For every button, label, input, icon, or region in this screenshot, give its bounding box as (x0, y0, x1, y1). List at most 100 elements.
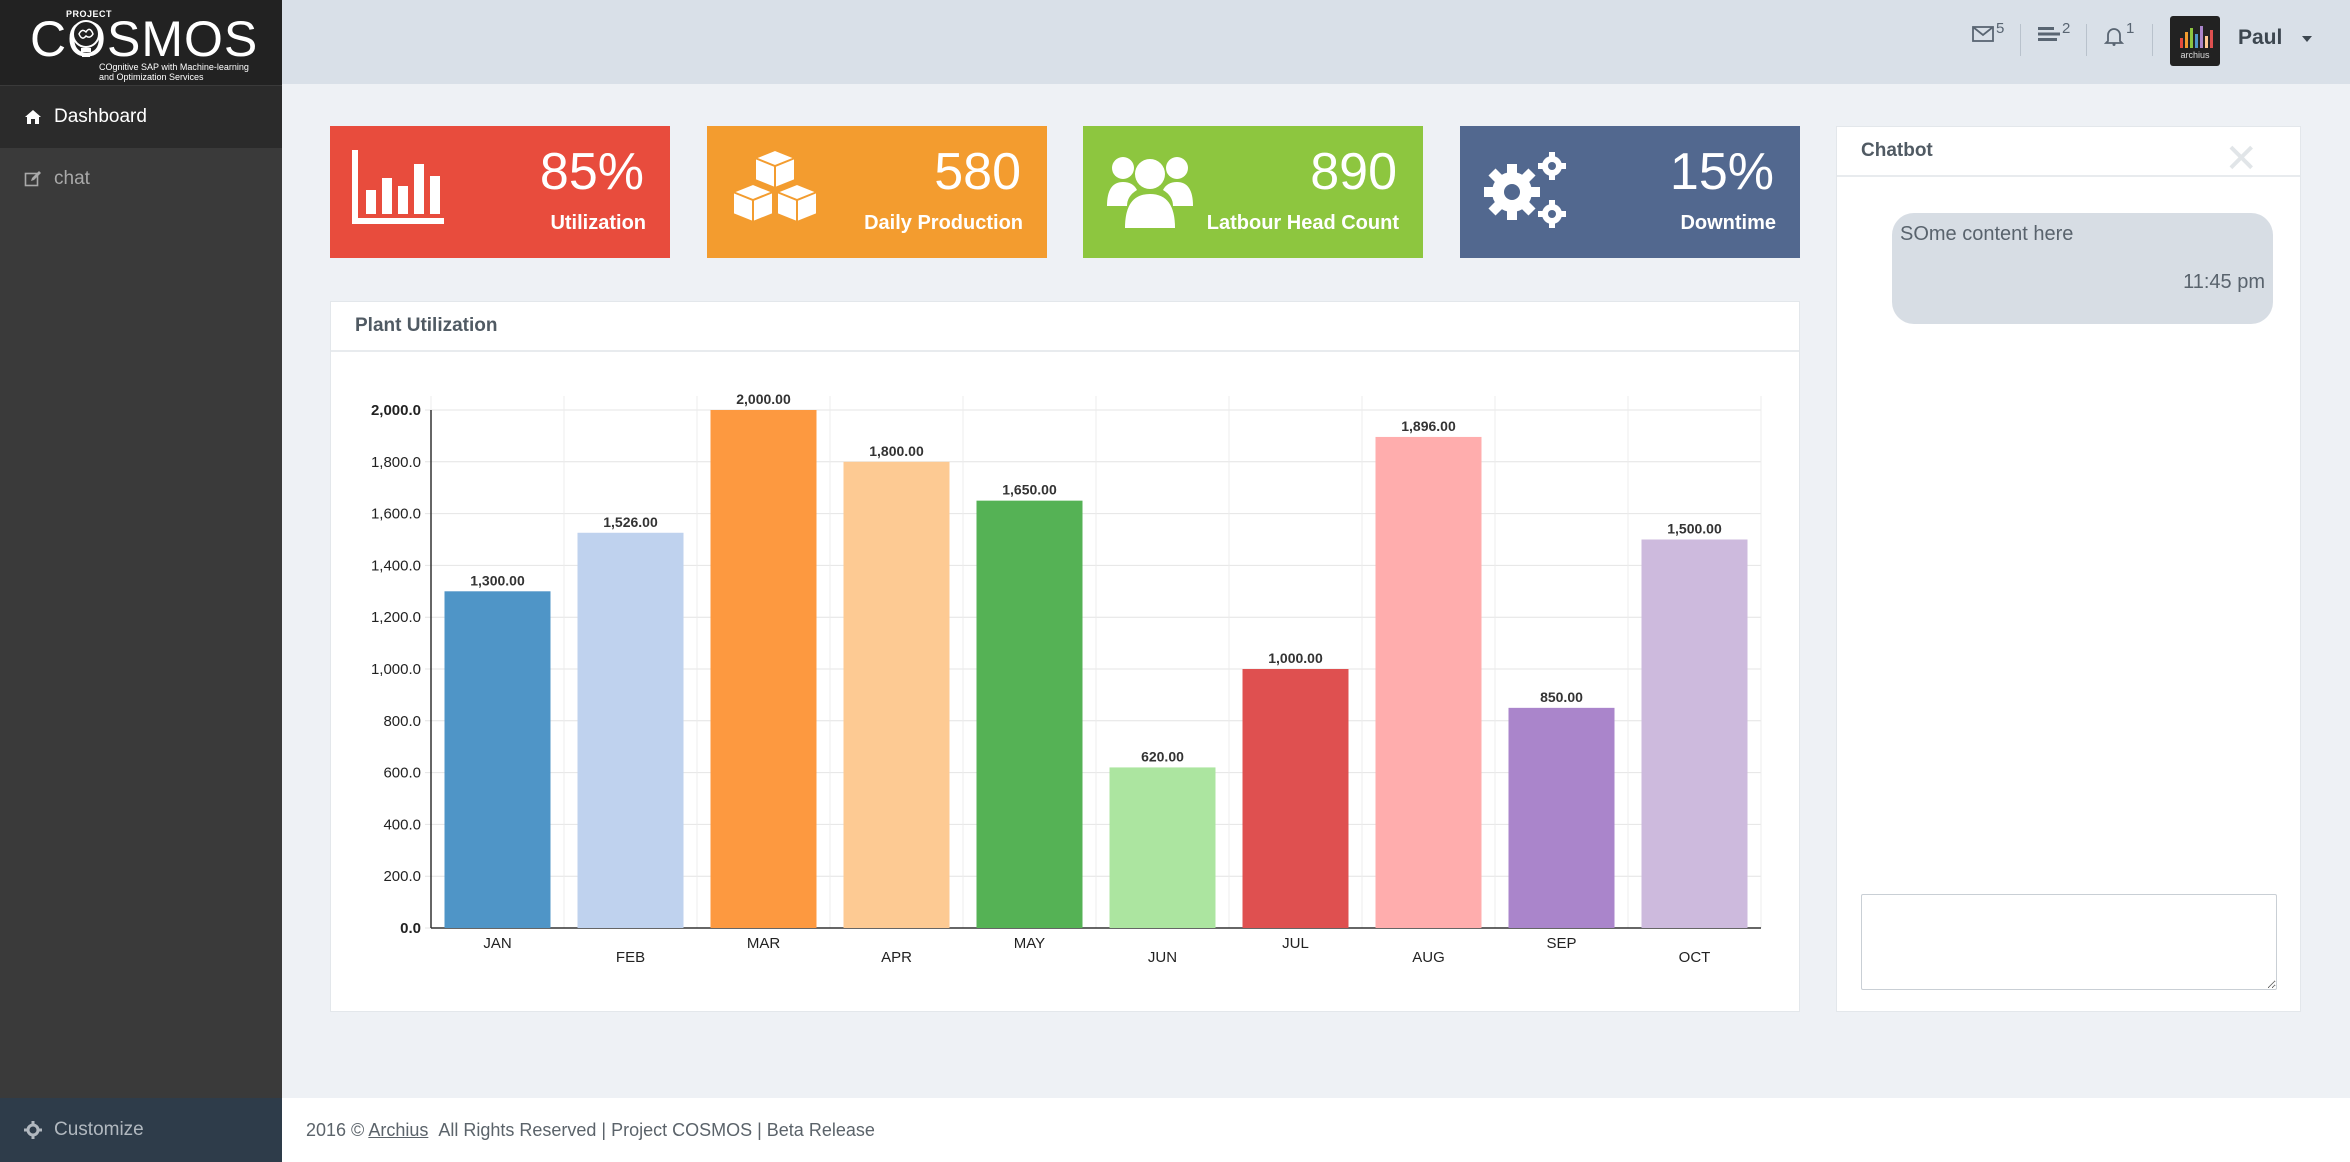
y-tick-label: 1,200.0 (371, 609, 421, 626)
y-tick-label: 400.0 (383, 816, 421, 833)
chat-message-text: SOme content here (1900, 223, 2074, 245)
chat-message-time: 11:45 pm (2183, 271, 2265, 293)
avatar[interactable]: archius (2170, 16, 2220, 66)
panel-title: Plant Utilization (331, 302, 1799, 352)
footer-prefix: 2016 © (306, 1119, 365, 1140)
x-tick-label: FEB (616, 949, 645, 966)
sidebar-item-dashboard[interactable]: Dashboard (0, 86, 282, 148)
stat-card-utilization[interactable]: 85% Utilization (330, 126, 670, 258)
stat-label: Latbour Head Count (1206, 212, 1399, 234)
tasks-button[interactable]: 2 (2038, 20, 2070, 56)
home-icon (25, 110, 41, 124)
brand-logo[interactable]: PROJECT COSMOS COgnitive SAP with Machin… (0, 0, 282, 85)
brain-bulb-icon (72, 20, 100, 57)
bar-chart-icon (352, 150, 444, 224)
stat-value: 15% (1669, 143, 1774, 201)
x-tick-label: MAY (1014, 935, 1045, 952)
edit-icon (24, 171, 41, 187)
bar (1242, 669, 1349, 928)
bar-data-label: 1,800.00 (869, 443, 924, 459)
bar-data-label: 1,526.00 (603, 514, 658, 530)
sidebar-item-chat[interactable]: chat (0, 148, 282, 210)
users-icon (1107, 157, 1193, 228)
user-name[interactable]: Paul (2238, 26, 2282, 50)
topbar-divider (2152, 24, 2153, 56)
y-tick-label: 200.0 (383, 868, 421, 885)
footer-archius-link[interactable]: Archius (368, 1120, 428, 1141)
bell-icon (2104, 28, 2124, 46)
stat-value: 85% (539, 143, 644, 201)
tasks-icon (2038, 27, 2060, 41)
x-tick-label: APR (881, 949, 912, 966)
x-tick-label: OCT (1679, 949, 1711, 966)
avatar-logo-icon (2180, 26, 2213, 48)
messages-count-badge: 5 (1996, 20, 2005, 37)
stat-label: Daily Production (864, 212, 1023, 234)
bar-data-label: 2,000.00 (736, 391, 791, 407)
chat-input[interactable] (1861, 894, 2277, 990)
brand-tagline-line2: and Optimization Services (99, 72, 204, 82)
y-tick-label: 1,000.0 (371, 661, 421, 678)
chatbot-panel: Chatbot ✕ SOme content here 11:45 pm (1836, 126, 2301, 1012)
stat-card-downtime[interactable]: 15% Downtime (1460, 126, 1800, 258)
gears-icon (1484, 152, 1566, 228)
customize-button[interactable]: Customize (0, 1098, 282, 1162)
stat-value: 890 (1310, 143, 1397, 201)
gear-icon (24, 1121, 42, 1139)
cubes-icon (732, 150, 818, 224)
sidebar-item-label: chat (54, 168, 90, 189)
brand-name: COSMOS (30, 11, 259, 67)
topbar: 5 2 1 archius Paul (282, 0, 2350, 84)
envelope-icon (1972, 26, 1994, 42)
bar (444, 591, 551, 928)
bar-data-label: 1,000.00 (1268, 650, 1323, 666)
messages-button[interactable]: 5 (1972, 20, 2004, 56)
stat-label: Utilization (550, 212, 646, 234)
x-tick-label: JUL (1282, 935, 1309, 952)
bar (577, 532, 684, 928)
stat-label: Downtime (1680, 212, 1776, 234)
brand-tagline-line1: COgnitive SAP with Machine-learning (99, 62, 249, 72)
chat-message: SOme content here 11:45 pm (1892, 213, 2273, 324)
bar-data-label: 850.00 (1540, 689, 1583, 705)
footer: 2016 © Archius All Rights Reserved | Pro… (282, 1098, 2350, 1162)
bar-data-label: 1,650.00 (1002, 482, 1057, 498)
close-icon[interactable]: ✕ (2224, 139, 2258, 179)
bar (1641, 539, 1748, 928)
x-tick-label: AUG (1412, 949, 1445, 966)
bar (1508, 707, 1615, 928)
stat-card-daily-production[interactable]: 580 Daily Production (707, 126, 1047, 258)
chevron-down-icon[interactable] (2302, 36, 2312, 42)
bar-data-label: 620.00 (1141, 748, 1184, 764)
bar-data-label: 1,500.00 (1667, 521, 1722, 537)
y-tick-label: 2,000.0 (371, 402, 421, 419)
notifications-count-badge: 1 (2126, 20, 2135, 37)
stat-card-labour-head-count[interactable]: 890 Latbour Head Count (1083, 126, 1423, 258)
bar (843, 461, 950, 928)
x-tick-label: MAR (747, 935, 781, 952)
avatar-text: archius (2180, 50, 2210, 60)
sidebar: PROJECT COSMOS COgnitive SAP with Machin… (0, 0, 282, 1162)
topbar-divider (2086, 24, 2087, 56)
bar (1109, 767, 1216, 928)
y-tick-label: 1,600.0 (371, 506, 421, 523)
sidebar-item-label: Dashboard (54, 106, 147, 127)
topbar-divider (2020, 24, 2021, 56)
y-tick-label: 1,800.0 (371, 454, 421, 471)
notifications-button[interactable]: 1 (2104, 20, 2134, 56)
y-tick-label: 1,400.0 (371, 557, 421, 574)
bar-data-label: 1,300.00 (470, 572, 525, 588)
bar (976, 500, 1083, 928)
y-tick-label: 800.0 (383, 713, 421, 730)
y-tick-label: 0.0 (400, 920, 421, 937)
plant-utilization-panel: Plant Utilization 0.0 200.0 400.0 600.0 800.… (330, 301, 1800, 1012)
x-tick-label: SEP (1546, 935, 1576, 952)
y-tick-label: 600.0 (383, 765, 421, 782)
bar (1375, 436, 1482, 928)
bar-chart: 0.0 200.0 400.0 600.0 800.0 1,000.0 1,200.0 1,4… (371, 391, 1762, 966)
tasks-count-badge: 2 (2062, 20, 2071, 37)
customize-label: Customize (54, 1119, 144, 1140)
bar-data-label: 1,896.00 (1401, 418, 1456, 434)
footer-suffix: All Rights Reserved | Project COSMOS | B… (438, 1119, 875, 1140)
x-tick-label: JUN (1148, 949, 1177, 966)
